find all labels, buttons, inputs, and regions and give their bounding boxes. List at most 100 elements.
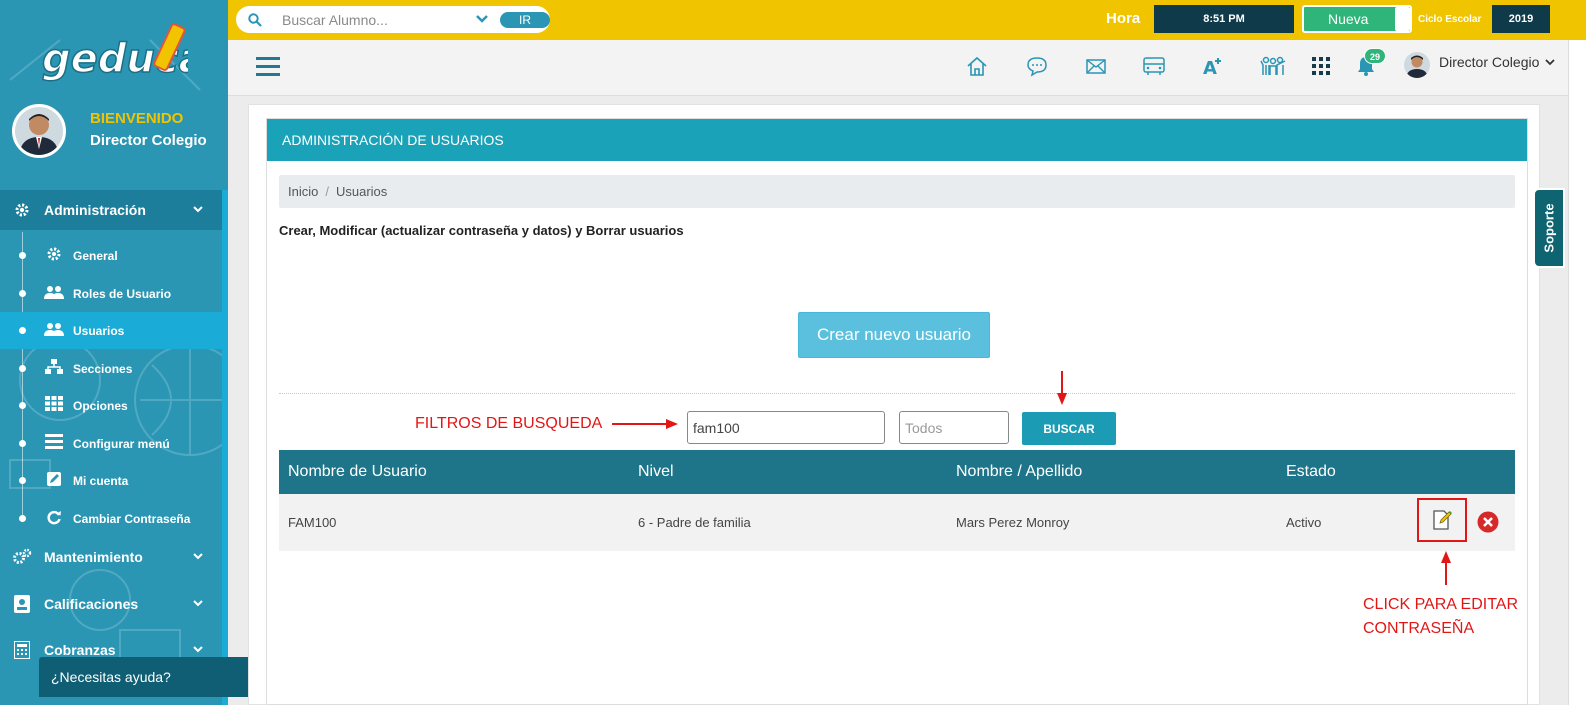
- time-value: 8:51 PM: [1154, 5, 1294, 33]
- delete-icon[interactable]: [1477, 511, 1499, 533]
- page-scrollbar[interactable]: [1568, 40, 1586, 705]
- divider: [279, 393, 1515, 394]
- sidebar-item-opciones[interactable]: Opciones: [0, 387, 222, 424]
- search-input[interactable]: [282, 11, 472, 29]
- sidebar-item-cambiar-contrasena[interactable]: Cambiar Contraseña: [0, 500, 222, 537]
- edit-password-button[interactable]: [1417, 498, 1467, 542]
- list-icon: [44, 434, 64, 449]
- column-header-level[interactable]: Nivel: [638, 450, 674, 494]
- user-menu-label: Director Colegio: [1439, 54, 1540, 70]
- badge-icon: [0, 595, 44, 613]
- sidebar-item-roles[interactable]: Roles de Usuario: [0, 275, 222, 312]
- menu-label: Mantenimiento: [44, 549, 143, 565]
- sidebar-item-label: Mi cuenta: [73, 474, 129, 488]
- level-filter-input[interactable]: [899, 411, 1009, 444]
- breadcrumb: Inicio / Usuarios: [279, 175, 1515, 208]
- sidebar-item-secciones[interactable]: Secciones: [0, 350, 222, 387]
- users-admin-panel: ADMINISTRACIÓN DE USUARIOS Inicio / Usua…: [266, 118, 1528, 705]
- calculator-icon: [0, 641, 44, 659]
- hamburger-menu-icon[interactable]: [256, 56, 280, 78]
- school-year-label: Ciclo Escolar: [1418, 14, 1482, 25]
- sidebar-item-label: Secciones: [73, 362, 133, 376]
- bullet: [19, 515, 26, 522]
- topbar: IR Hora 8:51 PM Nueva Ciclo Escolar 2019: [228, 0, 1586, 40]
- profile-block: BIENVENIDO Director Colegio: [12, 104, 222, 160]
- edit-annotation-line: CONTRASEÑA: [1363, 620, 1475, 637]
- gear-icon: [44, 246, 64, 262]
- column-header-name[interactable]: Nombre / Apellido: [956, 450, 1082, 494]
- menu-administracion[interactable]: Administración: [0, 190, 222, 230]
- panel-title: ADMINISTRACIÓN DE USUARIOS: [267, 119, 1527, 161]
- go-button[interactable]: IR: [500, 12, 550, 28]
- cell-username: FAM100: [288, 515, 337, 530]
- edit-annotation: CLICK PARA EDITAR CONTRASEÑA: [1363, 593, 1518, 641]
- avatar[interactable]: [12, 104, 66, 158]
- bus-icon[interactable]: [1141, 53, 1167, 79]
- bullet: [19, 365, 26, 372]
- avatar[interactable]: [1404, 52, 1430, 78]
- svg-text:A: A: [1203, 58, 1217, 77]
- bullet: [19, 290, 26, 297]
- page-description: Crear, Modificar (actualizar contraseña …: [279, 223, 684, 238]
- students-icon[interactable]: [1260, 53, 1286, 79]
- menu-calificaciones[interactable]: Calificaciones: [0, 584, 222, 624]
- sidebar-item-label: General: [73, 249, 118, 263]
- bullet: [19, 252, 26, 259]
- sidebar-scroll-edge: [222, 190, 228, 705]
- chevron-down-icon: [193, 600, 203, 607]
- geducar-logo[interactable]: geducar: [38, 18, 188, 88]
- sidebar-item-label: Configurar menú: [73, 437, 170, 451]
- user-menu[interactable]: Director Colegio: [1439, 54, 1555, 70]
- student-search: IR: [236, 6, 550, 33]
- breadcrumb-home[interactable]: Inicio: [288, 184, 318, 199]
- gear-icon: [0, 202, 44, 218]
- username-filter-input[interactable]: [687, 411, 885, 444]
- sidebar-item-configurar-menu[interactable]: Configurar menú: [0, 425, 222, 462]
- navbar: A 29 Director Colegio: [228, 40, 1586, 96]
- column-header-username[interactable]: Nombre de Usuario: [288, 450, 427, 494]
- chevron-down-icon: [193, 646, 203, 653]
- search-button[interactable]: BUSCAR: [1022, 412, 1116, 445]
- column-header-status[interactable]: Estado: [1286, 450, 1336, 494]
- bullet: [19, 440, 26, 447]
- cell-name: Mars Perez Monroy: [956, 515, 1070, 530]
- cell-level: 6 - Padre de familia: [638, 515, 751, 530]
- sidebar-item-usuarios[interactable]: Usuarios: [0, 312, 222, 349]
- mail-icon[interactable]: [1083, 53, 1109, 79]
- grade-a-plus-icon[interactable]: A: [1200, 53, 1226, 79]
- users-icon: [44, 321, 64, 337]
- home-icon[interactable]: [964, 53, 990, 79]
- support-label: Soporte: [1541, 203, 1557, 253]
- toggle-knob: [1395, 7, 1410, 31]
- grid-icon: [44, 396, 64, 411]
- cell-status: Activo: [1286, 515, 1322, 530]
- bullet: [19, 402, 26, 409]
- apps-grid-icon[interactable]: [1308, 53, 1334, 79]
- menu-mantenimiento[interactable]: Mantenimiento: [0, 537, 222, 577]
- bullet: [19, 327, 26, 334]
- support-tab[interactable]: Soporte: [1533, 188, 1565, 268]
- edit-annotation-line: CLICK PARA EDITAR: [1363, 596, 1518, 613]
- create-user-button[interactable]: Crear nuevo usuario: [798, 312, 990, 358]
- table-row: FAM100 6 - Padre de familia Mars Perez M…: [279, 494, 1515, 551]
- toggle-label: Nueva: [1328, 11, 1369, 27]
- users-icon: [44, 284, 64, 300]
- breadcrumb-current: Usuarios: [335, 184, 388, 199]
- sidebar-item-general[interactable]: General: [0, 237, 222, 274]
- chevron-down-icon: [1545, 59, 1555, 66]
- sidebar-item-label: Usuarios: [73, 324, 125, 338]
- welcome-text: BIENVENIDO: [90, 110, 184, 127]
- chevron-down-icon: [193, 206, 203, 213]
- sidebar-item-label: Roles de Usuario: [73, 287, 172, 301]
- sidebar-item-label: Cambiar Contraseña: [73, 512, 191, 526]
- sidebar-item-mi-cuenta[interactable]: Mi cuenta: [0, 462, 222, 499]
- time-label: Hora: [1106, 10, 1141, 27]
- sidebar-item-label: Opciones: [73, 399, 128, 413]
- school-year-value[interactable]: 2019: [1492, 5, 1550, 33]
- chevron-down-icon[interactable]: [475, 13, 489, 25]
- nueva-toggle[interactable]: Nueva: [1302, 5, 1412, 33]
- users-table-header: Nombre de Usuario Nivel Nombre / Apellid…: [279, 450, 1515, 494]
- message-icon[interactable]: [1024, 53, 1050, 79]
- menu-label: Administración: [44, 202, 146, 218]
- menu-label: Cobranzas: [44, 642, 116, 658]
